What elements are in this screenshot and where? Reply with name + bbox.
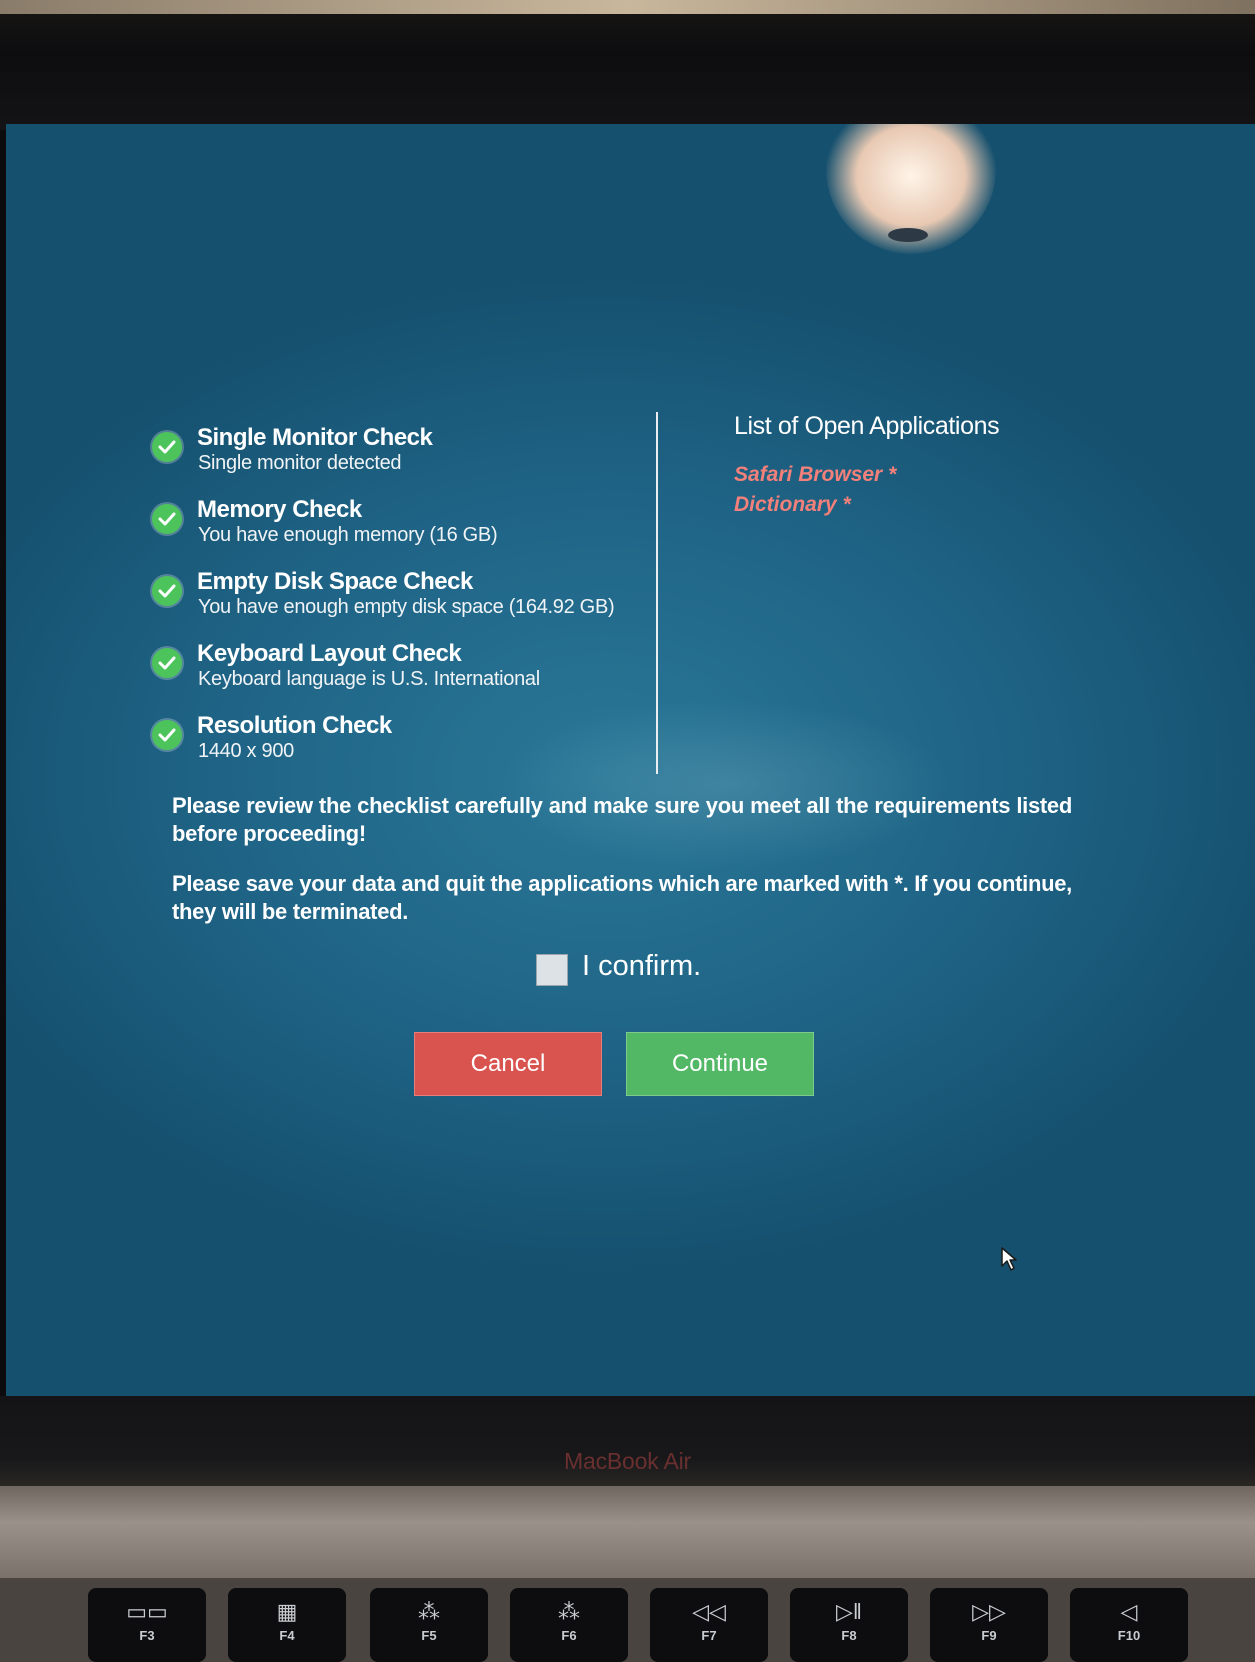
checkmark-icon (152, 720, 182, 750)
key-f4[interactable]: ▦ F4 (228, 1588, 346, 1662)
laptop-hinge (0, 1486, 1255, 1578)
key-f9[interactable]: ▷▷ F9 (930, 1588, 1048, 1662)
screen: Single Monitor Check Single monitor dete… (6, 124, 1255, 1396)
device-brand-label: MacBook Air (564, 1448, 691, 1474)
confirm-label[interactable]: I confirm. (582, 950, 701, 983)
review-notice: Please review the checklist carefully an… (172, 793, 1072, 846)
open-applications-list: Safari Browser * Dictionary * (734, 463, 1134, 517)
cancel-button[interactable]: Cancel (414, 1032, 602, 1096)
key-label: F6 (561, 1628, 577, 1643)
check-detail: Single monitor detected (198, 452, 402, 474)
check-title: Empty Disk Space Check (197, 568, 473, 595)
key-label: F8 (841, 1628, 857, 1643)
check-item-monitor: Single Monitor Check Single monitor dete… (152, 424, 672, 496)
check-item-disk-space: Empty Disk Space Check You have enough e… (152, 568, 672, 640)
column-divider (656, 412, 658, 774)
key-f5[interactable]: ⁂ F5 (370, 1588, 488, 1662)
checkmark-icon (152, 432, 182, 462)
check-item-keyboard-layout: Keyboard Layout Check Keyboard language … (152, 640, 672, 712)
key-label: F3 (139, 1628, 155, 1643)
check-title: Keyboard Layout Check (197, 640, 462, 667)
check-detail: You have enough empty disk space (164.92… (198, 596, 615, 618)
mouse-pointer-icon (1000, 1246, 1018, 1277)
ceiling-light-reflection (826, 124, 996, 254)
app-item-safari: Safari Browser * (734, 463, 897, 486)
key-f10[interactable]: ◁ F10 (1070, 1588, 1188, 1662)
check-title: Resolution Check (197, 712, 392, 739)
key-f8[interactable]: ▷‖ F8 (790, 1588, 908, 1662)
quit-notice: Please save your data and quit the appli… (172, 871, 1072, 924)
check-detail: Keyboard language is U.S. International (198, 668, 540, 690)
keyboard-backlight-down-icon: ⁂ (418, 1599, 440, 1624)
checkmark-icon (152, 648, 182, 678)
open-applications-panel: List of Open Applications Safari Browser… (734, 412, 1134, 517)
laptop-top-bezel (0, 0, 1255, 130)
checkmark-icon (152, 576, 182, 606)
continue-button[interactable]: Continue (626, 1032, 814, 1096)
launchpad-icon: ▦ (276, 1599, 298, 1624)
app-item-dictionary: Dictionary * (734, 493, 851, 516)
key-label: F5 (421, 1628, 437, 1643)
open-applications-title: List of Open Applications (734, 412, 1000, 440)
mission-control-icon: ▭▭ (126, 1599, 168, 1624)
system-check-list: Single Monitor Check Single monitor dete… (152, 424, 672, 784)
check-item-memory: Memory Check You have enough memory (16 … (152, 496, 672, 568)
check-detail: You have enough memory (16 GB) (198, 524, 498, 546)
key-label: F7 (701, 1628, 717, 1643)
function-key-row: ▭▭ F3 ▦ F4 ⁂ F5 ⁂ F6 ◁◁ F7 ▷‖ F8 ▷▷ F9 ◁… (0, 1578, 1255, 1662)
key-label: F10 (1117, 1628, 1141, 1643)
confirm-checkbox[interactable] (536, 954, 568, 986)
key-f7[interactable]: ◁◁ F7 (650, 1588, 768, 1662)
key-label: F9 (981, 1628, 997, 1643)
mute-icon: ◁ (1120, 1599, 1138, 1624)
check-title: Memory Check (197, 496, 362, 523)
check-detail: 1440 x 900 (198, 740, 294, 762)
key-f6[interactable]: ⁂ F6 (510, 1588, 628, 1662)
check-title: Single Monitor Check (197, 424, 433, 451)
key-label: F4 (279, 1628, 295, 1643)
fast-forward-icon: ▷▷ (972, 1599, 1006, 1624)
play-pause-icon: ▷‖ (835, 1599, 862, 1624)
key-f3[interactable]: ▭▭ F3 (88, 1588, 206, 1662)
checkmark-icon (152, 504, 182, 534)
rewind-icon: ◁◁ (692, 1599, 726, 1624)
keyboard-backlight-up-icon: ⁂ (558, 1599, 580, 1624)
check-item-resolution: Resolution Check 1440 x 900 (152, 712, 672, 784)
